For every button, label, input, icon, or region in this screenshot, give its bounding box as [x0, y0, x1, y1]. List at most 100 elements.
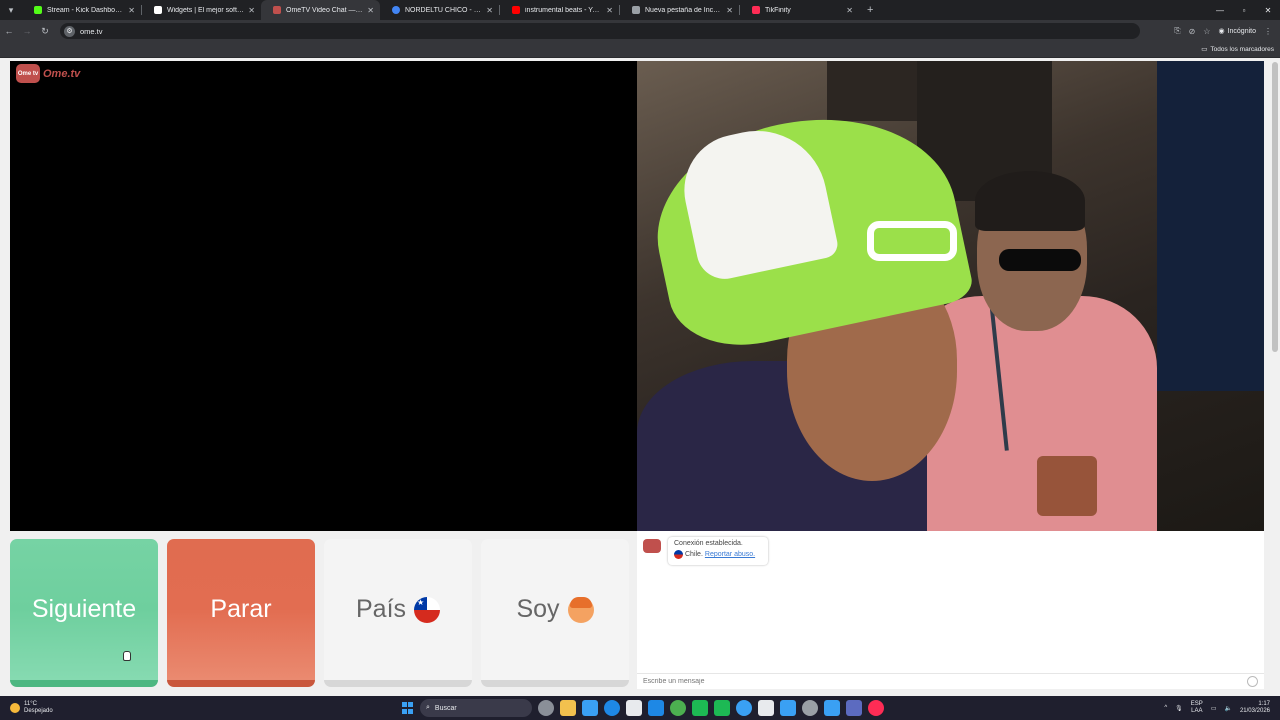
close-icon[interactable]: ✕ — [128, 6, 135, 15]
taskbar-app-icon[interactable] — [714, 700, 730, 716]
taskbar-app-icon[interactable] — [538, 700, 554, 716]
taskbar-app-icon[interactable] — [670, 700, 686, 716]
taskbar-app-icon[interactable] — [604, 700, 620, 716]
taskbar-app-icon[interactable] — [758, 700, 774, 716]
clock[interactable]: 1:17 21/03/2026 — [1240, 701, 1270, 715]
taskbar-app-icon[interactable] — [648, 700, 664, 716]
weather-temp: 11°C — [24, 701, 37, 707]
taskbar-app-icon[interactable] — [736, 700, 752, 716]
taskbar-app-icon[interactable] — [868, 700, 884, 716]
chile-flag-icon — [674, 550, 683, 559]
chevron-up-icon[interactable]: ^ — [1164, 705, 1167, 711]
menu-kebab-icon[interactable]: ⋮ — [1264, 27, 1272, 36]
weather-widget[interactable]: 11°C Despejado — [0, 701, 200, 715]
partner-country: Chile. — [685, 551, 703, 558]
tab-strip: ▾ Stream - Kick Dashboard ✕ Widgets | El… — [0, 0, 1280, 20]
partner-video — [637, 61, 1264, 531]
close-icon[interactable]: ✕ — [248, 6, 255, 15]
translate-icon[interactable]: ⎘ — [1174, 26, 1180, 36]
taskbar-app-icon[interactable] — [582, 700, 598, 716]
tab-google-search[interactable]: NORDELTU CHICO - Buscar con ✕ — [380, 0, 499, 20]
ometv-icon — [273, 6, 281, 14]
scrollbar-thumb[interactable] — [1272, 62, 1278, 352]
ometv-page: Ome tv Ome.tv Siguiente Parar País ★ Soy — [0, 58, 1280, 696]
clock-date: 21/03/2026 — [1239, 708, 1270, 714]
logo-text: Ome.tv — [43, 67, 81, 80]
youtube-icon — [512, 6, 520, 14]
ometv-logo[interactable]: Ome tv Ome.tv — [16, 64, 80, 83]
wall-poster — [827, 61, 917, 121]
emoji-icon[interactable] — [1247, 676, 1258, 687]
hand-cursor-icon — [123, 651, 131, 661]
windows-start-icon[interactable] — [402, 702, 414, 714]
taskbar-apps — [538, 700, 884, 716]
taskbar-app-icon[interactable] — [846, 700, 862, 716]
lang-bottom: LAA — [1191, 708, 1203, 714]
widgets-icon — [154, 6, 162, 14]
taskbar-app-icon[interactable] — [780, 700, 796, 716]
country-button[interactable]: País ★ — [324, 539, 472, 687]
tab-youtube[interactable]: instrumental beats - YouTube ✕ — [500, 0, 619, 20]
close-icon[interactable]: ✕ — [486, 6, 493, 15]
white-sunglasses — [867, 221, 957, 261]
windows-taskbar: 11°C Despejado ⌕ Buscar ^ 🎙 ESP LAA ▭ 🔈 … — [0, 696, 1280, 720]
window-controls: — ▫ ✕ — [1208, 0, 1280, 20]
all-bookmarks-label: Todos los marcadores — [1210, 45, 1274, 53]
bookmark-star-icon[interactable]: ☆ — [1203, 27, 1210, 36]
next-button[interactable]: Siguiente — [10, 539, 158, 687]
taskbar-app-icon[interactable] — [802, 700, 818, 716]
next-button-label: Siguiente — [31, 595, 137, 623]
tab-title: OmeTV Video Chat — Ome — [286, 6, 363, 14]
taskbar-search-label: Buscar — [434, 704, 457, 712]
tab-title: NORDELTU CHICO - Buscar con — [405, 6, 483, 14]
taskbar-app-icon[interactable] — [626, 700, 642, 716]
page-scrollbar[interactable] — [1270, 58, 1280, 696]
speaker-icon[interactable]: 🔈 — [1224, 705, 1231, 712]
taskbar-app-icon[interactable] — [692, 700, 708, 716]
close-icon[interactable]: ✕ — [726, 6, 733, 15]
forward-icon[interactable]: → — [18, 26, 36, 36]
tab-search-icon[interactable]: ▾ — [0, 0, 22, 20]
connection-status: Conexión establecida. — [674, 540, 743, 547]
minimize-icon[interactable]: — — [1208, 0, 1232, 20]
lang-top: ESP — [1190, 701, 1203, 707]
browser-toolbar: ← → ↻ ⚙ ome.tv ⎘ ⊘ ☆ ◉ Incógnito ⋮ — [0, 20, 1280, 42]
incognito-indicator[interactable]: ◉ Incógnito — [1218, 27, 1256, 36]
taskbar-search[interactable]: ⌕ Buscar — [420, 699, 532, 717]
system-tray: ^ 🎙 ESP LAA ▭ 🔈 1:17 21/03/2026 — [1164, 696, 1270, 720]
tab-kick[interactable]: Stream - Kick Dashboard ✕ — [22, 0, 141, 20]
url-text: ome.tv — [80, 26, 103, 36]
maximize-icon[interactable]: ▫ — [1232, 0, 1256, 20]
language-indicator[interactable]: ESP LAA — [1191, 701, 1203, 715]
close-icon[interactable]: ✕ — [606, 6, 613, 15]
new-tab-button[interactable]: + — [867, 4, 873, 16]
close-icon[interactable]: ✕ — [846, 6, 853, 15]
address-bar[interactable]: ⚙ ome.tv — [60, 23, 1140, 39]
eye-off-icon[interactable]: ⊘ — [1189, 27, 1196, 36]
partner-person-hat — [975, 171, 1085, 231]
toolbar-actions: ⎘ ⊘ ☆ ◉ Incógnito ⋮ — [1174, 26, 1280, 36]
message-input[interactable] — [643, 678, 1223, 685]
wall-poster — [1157, 61, 1264, 391]
tab-ometv[interactable]: OmeTV Video Chat — Ome ✕ — [261, 0, 380, 20]
tab-title: TikFinity — [765, 6, 791, 14]
chat-panel: Conexión establecida. Chile. Reportar ab… — [637, 531, 1264, 689]
back-icon[interactable]: ← — [0, 26, 18, 36]
tab-widgets[interactable]: Widgets | El mejor software pa ✕ — [142, 0, 261, 20]
taskbar-app-icon[interactable] — [824, 700, 840, 716]
reload-icon[interactable]: ↻ — [36, 26, 54, 37]
network-icon[interactable]: ▭ — [1211, 705, 1217, 712]
gender-button[interactable]: Soy — [481, 539, 629, 687]
report-abuse-link[interactable]: Reportar abuso. — [705, 551, 755, 558]
tab-tikfinity[interactable]: TikFinity ✕ — [740, 0, 859, 20]
tab-title: Stream - Kick Dashboard — [47, 6, 125, 14]
drink-glass — [1037, 456, 1097, 516]
all-bookmarks-button[interactable]: ▭ Todos los marcadores — [1201, 45, 1274, 54]
taskbar-app-icon[interactable] — [560, 700, 576, 716]
stop-button[interactable]: Parar — [167, 539, 315, 687]
close-window-icon[interactable]: ✕ — [1256, 0, 1280, 20]
site-info-icon[interactable]: ⚙ — [64, 25, 75, 37]
tab-incognito[interactable]: Nueva pestaña de Incógnito ✕ — [620, 0, 739, 20]
close-icon[interactable]: ✕ — [367, 6, 374, 15]
microphone-icon[interactable]: 🎙 — [1175, 705, 1183, 712]
